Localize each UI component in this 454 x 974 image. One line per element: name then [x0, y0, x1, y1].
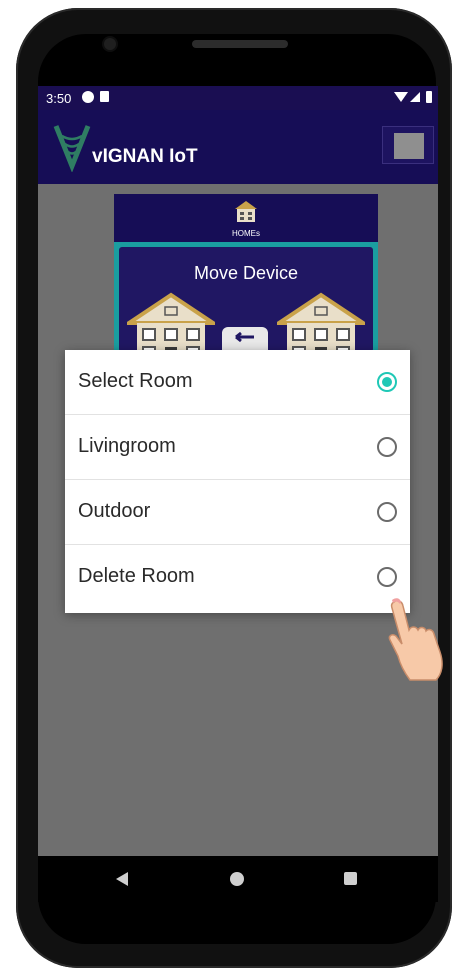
app-screen: 3:50 vIGNAN IoT HOMEs Move Device Select…	[38, 86, 438, 856]
option-label: Livingroom	[78, 435, 176, 457]
home-icon[interactable]	[230, 872, 244, 886]
radio-button[interactable]	[377, 567, 397, 587]
battery-icon	[426, 91, 432, 103]
signal-icon	[410, 92, 420, 102]
select-room-dialog: Select Room Livingroom Outdoor Delete Ro…	[65, 350, 410, 613]
sd-card-icon	[100, 91, 109, 102]
homes-header[interactable]: HOMEs	[114, 194, 378, 242]
option-select-room[interactable]: Select Room	[65, 350, 410, 415]
radio-button[interactable]	[377, 437, 397, 457]
app-bar: vIGNAN IoT	[38, 110, 438, 184]
option-livingroom[interactable]: Livingroom	[65, 415, 410, 480]
homes-label: HOMEs	[232, 229, 260, 238]
move-device-title: Move Device	[193, 263, 299, 283]
option-label: Delete Room	[78, 565, 195, 587]
app-title: vIGNAN IoT	[92, 146, 198, 167]
pointing-hand-icon	[388, 598, 443, 681]
earpiece-speaker	[192, 40, 288, 48]
radio-button[interactable]	[377, 502, 397, 522]
front-camera	[104, 38, 116, 50]
radio-button-selected[interactable]	[377, 372, 397, 392]
move-device-card: Move Device	[114, 242, 378, 361]
option-label: Select Room	[78, 370, 193, 392]
menu-icon	[394, 133, 424, 159]
option-outdoor[interactable]: Outdoor	[65, 480, 410, 545]
status-bar: 3:50	[38, 86, 438, 110]
move-device-panel: Move Device	[119, 247, 373, 361]
recent-apps-icon[interactable]	[344, 872, 357, 885]
option-label: Outdoor	[78, 500, 151, 522]
notification-icon	[82, 91, 94, 103]
back-icon[interactable]	[116, 872, 128, 886]
option-delete-room[interactable]: Delete Room	[65, 545, 410, 610]
wifi-icon	[394, 92, 408, 102]
system-nav-bar	[38, 856, 438, 902]
status-time: 3:50	[46, 91, 72, 106]
house-icon	[235, 201, 257, 222]
vignan-logo-icon	[53, 125, 91, 172]
menu-button[interactable]	[382, 126, 434, 164]
